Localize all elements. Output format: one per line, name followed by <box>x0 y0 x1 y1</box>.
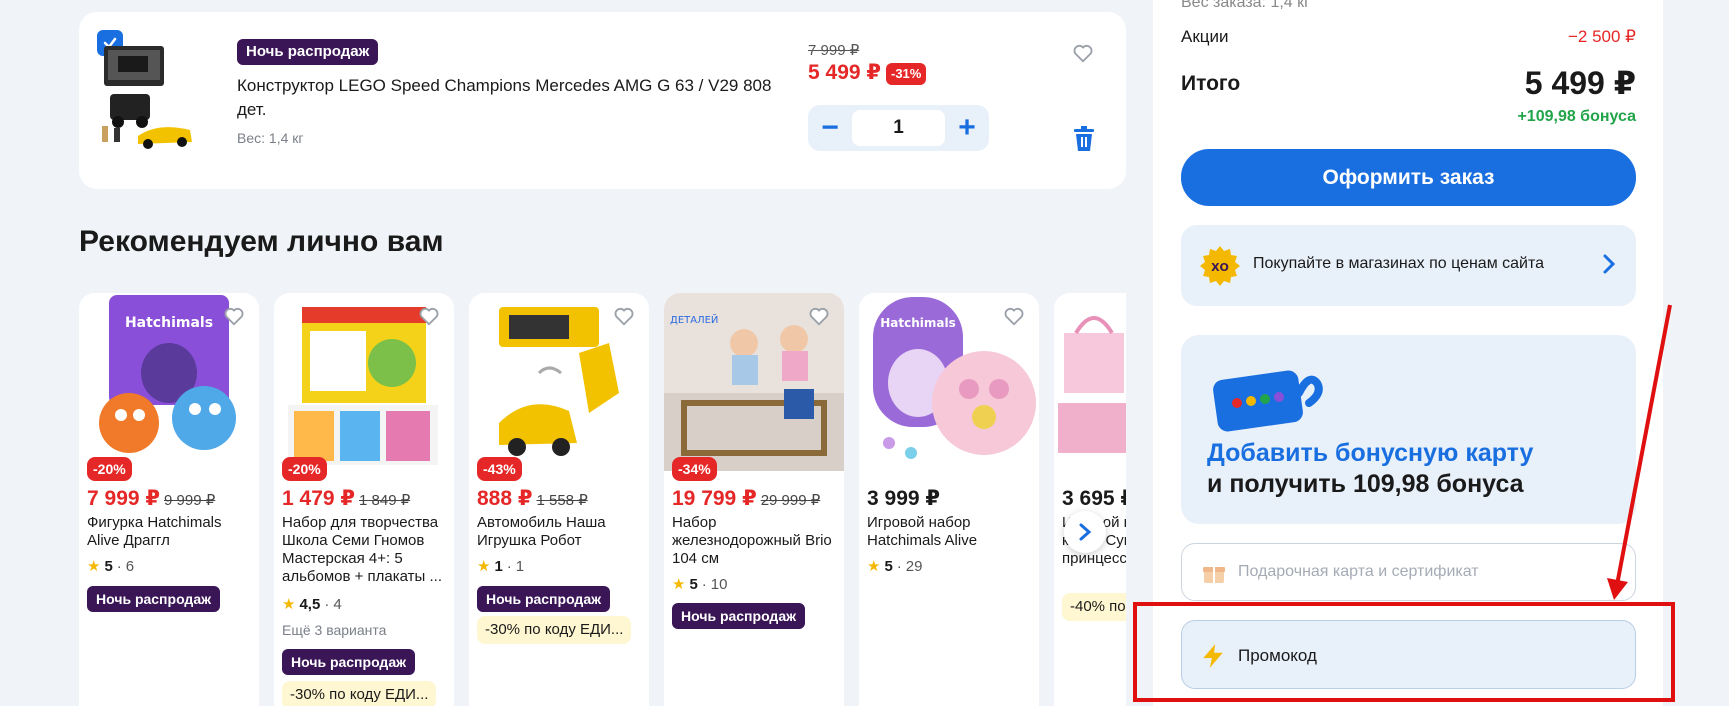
product-name[interactable]: Фигурка Hatchimals Alive Драггл <box>87 514 255 550</box>
product-rating: ★ 5 · 29 <box>867 557 923 576</box>
product-rating: ★ 5 · 6 <box>87 557 135 576</box>
trash-icon[interactable] <box>1072 126 1096 152</box>
old-price: 9 999 ₽ <box>164 492 216 509</box>
gift-card-input[interactable]: Подарочная карта и сертификат <box>1181 543 1636 601</box>
gift-icon <box>1203 567 1225 583</box>
product-name[interactable]: Игровой набор Hatchimals Alive <box>867 514 1035 550</box>
product-name[interactable]: Набор железнодорожный Brio 104 см <box>672 514 840 568</box>
cart-item-weight: Вес: 1,4 кг <box>237 130 304 146</box>
discount-badge: -20% <box>87 457 132 481</box>
old-price: 29 999 ₽ <box>760 492 821 509</box>
hochu-logo-icon: ХО <box>1200 246 1240 286</box>
quantity-stepper: − 1 + <box>808 105 989 151</box>
chevron-right-icon <box>1079 523 1092 541</box>
add-bonus-card-banner[interactable]: Добавить бонусную карту и получить 109,9… <box>1181 335 1636 524</box>
night-sale-badge: Ночь распродаж <box>237 39 379 65</box>
discount-badge: -20% <box>282 457 327 481</box>
promo-code-pill: -30% по коду ЕДИ... <box>477 616 632 644</box>
svg-text:Hatchimals: Hatchimals <box>880 316 956 330</box>
favorite-heart-icon[interactable] <box>1072 42 1094 64</box>
promotions-label: Акции <box>1181 27 1229 46</box>
increase-quantity-button[interactable]: + <box>945 105 989 151</box>
favorite-heart-icon[interactable] <box>418 305 440 327</box>
product-price: 7 999 ₽9 999 ₽ <box>87 487 216 510</box>
total-label: Итого <box>1181 72 1241 95</box>
night-sale-badge: Ночь распродаж <box>282 649 416 675</box>
product-name[interactable]: Автомобиль Наша Игрушка Робот <box>477 514 645 550</box>
product-price: 19 799 ₽29 999 ₽ <box>672 487 821 510</box>
gift-card-placeholder: Подарочная карта и сертификат <box>1238 563 1479 580</box>
night-sale-badge: Ночь распродаж <box>477 586 611 612</box>
decrease-quantity-button[interactable]: − <box>808 105 852 151</box>
bonus-value: +109,98 бонуса <box>1517 108 1636 125</box>
cart-item-discount-badge: -31% <box>886 63 927 85</box>
promotions-value: −2 500 ₽ <box>1567 27 1636 46</box>
bonus-card-icon <box>1213 370 1323 432</box>
variants-link[interactable]: Ещё 3 варианта <box>282 622 386 638</box>
promo-code-pill: -40% по ... <box>1062 593 1126 621</box>
carousel-next-button[interactable] <box>1064 511 1106 553</box>
product-card[interactable]: Hatchimals 3 999 ₽ Игровой набор Hatchim… <box>859 293 1039 706</box>
svg-text:ХО: ХО <box>1211 261 1229 274</box>
cart-item-old-price: 7 999 ₽ <box>808 42 860 59</box>
old-price: 1 849 ₽ <box>359 492 411 509</box>
cart-item-title[interactable]: Конструктор LEGO Speed Champions Mercede… <box>237 74 777 122</box>
promo-code-pill: -30% по коду ЕДИ... <box>282 681 437 706</box>
cart-item-price: 5 499 ₽ <box>808 61 881 84</box>
night-sale-badge: Ночь распродаж <box>87 586 221 612</box>
product-card[interactable]: -20% 1 479 ₽1 849 ₽ Набор для творчества… <box>274 293 454 706</box>
night-sale-badge: Ночь распродаж <box>672 603 806 629</box>
product-price: 888 ₽1 558 ₽ <box>477 487 588 510</box>
store-prices-text: Покупайте в магазинах по ценам сайта <box>1253 255 1545 272</box>
discount-badge: -34% <box>672 457 717 481</box>
star-icon: ★ <box>867 558 881 575</box>
product-price: 1 479 ₽1 849 ₽ <box>282 487 411 510</box>
order-weight: Вес заказа: 1,4 кг <box>1181 0 1310 11</box>
chevron-right-icon <box>1603 254 1616 274</box>
product-price: 3 695 ₽ <box>1062 487 1126 510</box>
product-rating: ★ 5 · 10 <box>672 575 728 594</box>
old-price: 1 558 ₽ <box>536 492 588 509</box>
product-card[interactable]: 3 695 ₽ Игровой набор Домик в кейсе Сунд… <box>1054 293 1126 706</box>
discount-badge: -43% <box>477 457 522 481</box>
favorite-heart-icon[interactable] <box>223 305 245 327</box>
product-card[interactable]: -43% 888 ₽1 558 ₽ Автомобиль Наша Игрушк… <box>469 293 649 706</box>
total-value: 5 499 ₽ <box>1524 65 1636 101</box>
recommendations-title: Рекомендуем лично вам <box>79 225 444 258</box>
product-card[interactable]: Hatchimals -20% 7 999 ₽9 999 ₽ Фигурка H… <box>79 293 259 706</box>
star-icon: ★ <box>282 596 296 613</box>
product-image <box>1054 293 1126 471</box>
bonus-card-subtitle: и получить 109,98 бонуса <box>1207 470 1524 498</box>
highlight-box <box>1133 602 1675 702</box>
favorite-heart-icon[interactable] <box>613 305 635 327</box>
product-card[interactable]: ДЕТАЛЕЙ -34% 19 799 ₽29 999 ₽ Набор желе… <box>664 293 844 706</box>
bonus-card-title: Добавить бонусную карту <box>1207 439 1534 467</box>
svg-text:ДЕТАЛЕЙ: ДЕТАЛЕЙ <box>670 313 718 326</box>
svg-text:Hatchimals: Hatchimals <box>125 315 213 331</box>
product-rating: ★ 1 · 1 <box>477 557 525 576</box>
product-name[interactable]: Набор для творчества Школа Семи Гномов М… <box>282 514 450 586</box>
star-icon: ★ <box>87 558 101 575</box>
store-prices-banner[interactable]: ХО Покупайте в магазинах по ценам сайта <box>1181 225 1636 306</box>
recommendations-carousel: Hatchimals -20% 7 999 ₽9 999 ₽ Фигурка H… <box>79 293 1126 706</box>
star-icon: ★ <box>477 558 491 575</box>
quantity-input[interactable]: 1 <box>852 110 945 146</box>
product-price: 3 999 ₽ <box>867 487 940 510</box>
star-icon: ★ <box>672 576 686 593</box>
favorite-heart-icon[interactable] <box>808 305 830 327</box>
checkout-button[interactable]: Оформить заказ <box>1181 149 1636 206</box>
favorite-heart-icon[interactable] <box>1003 305 1025 327</box>
product-rating: ★ 4,5 · 4 <box>282 595 342 614</box>
product-image-lego[interactable] <box>98 42 198 154</box>
